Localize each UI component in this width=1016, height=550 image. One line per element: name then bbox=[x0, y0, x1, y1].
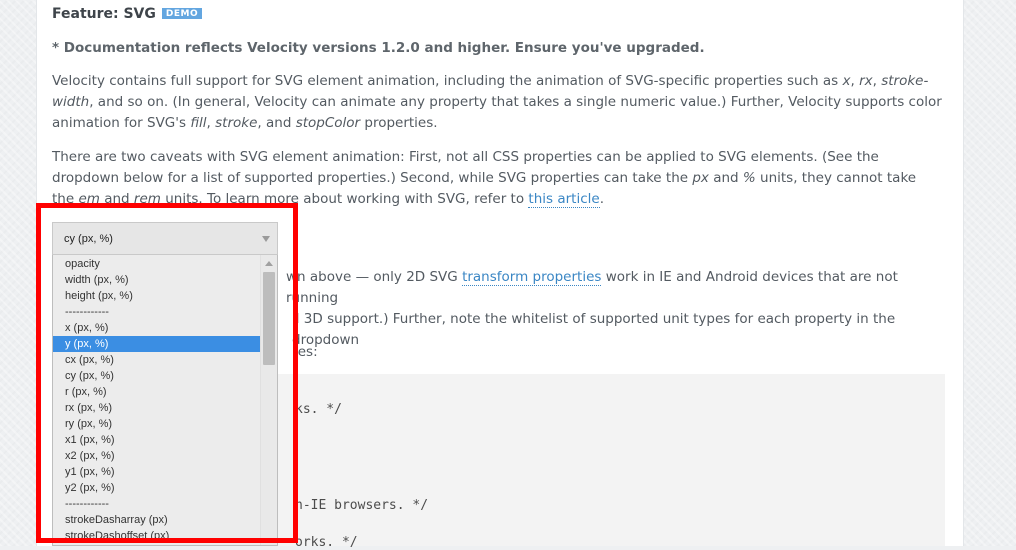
para2-text-6: . bbox=[599, 191, 604, 207]
dropdown-option[interactable]: ry (px, %) bbox=[53, 416, 262, 432]
dropdown-option[interactable]: height (px, %) bbox=[53, 288, 262, 304]
select-value: cy (px, %) bbox=[64, 233, 113, 245]
para1-text-2: , bbox=[850, 73, 860, 89]
scroll-up-arrow-icon[interactable] bbox=[265, 261, 273, 266]
dropdown-option[interactable]: y (px, %) bbox=[53, 336, 262, 352]
para2-em-rem: rem bbox=[133, 191, 161, 207]
para1-em-fill: fill bbox=[190, 115, 207, 131]
dropdown-option[interactable]: x (px, %) bbox=[53, 320, 262, 336]
dropdown-option[interactable]: cy (px, %) bbox=[53, 368, 262, 384]
para1-em-stroke: stroke bbox=[215, 115, 258, 131]
svg-support-paragraph: Velocity contains full support for SVG e… bbox=[52, 71, 942, 134]
para2-text-2: and bbox=[708, 170, 743, 186]
feature-title: Feature: SVG DEMO bbox=[52, 6, 203, 22]
para1-text-7: properties. bbox=[360, 115, 438, 131]
transform-properties-link[interactable]: transform properties bbox=[462, 269, 602, 286]
dropdown-option[interactable]: cx (px, %) bbox=[53, 352, 262, 368]
para2-text-5: units. To learn more about working with … bbox=[160, 191, 529, 207]
para1-text-4: , and so on. (In general, Velocity can a… bbox=[52, 94, 942, 131]
dropdown-option[interactable]: opacity bbox=[53, 256, 262, 272]
para1-text-1: Velocity contains full support for SVG e… bbox=[52, 73, 843, 89]
code-line: ks. */ bbox=[295, 402, 342, 417]
caveats-paragraph: There are two caveats with SVG element a… bbox=[52, 147, 942, 210]
dropdown-option[interactable]: rx (px, %) bbox=[53, 400, 262, 416]
para2-em-percent: % bbox=[742, 170, 756, 186]
dropdown-option: ------------ bbox=[65, 306, 109, 318]
svg-property-select[interactable]: cy (px, %) bbox=[52, 222, 278, 255]
scrollbar-thumb[interactable] bbox=[263, 272, 275, 365]
para1-text-6: , and bbox=[257, 115, 296, 131]
dropdown-option[interactable]: y1 (px, %) bbox=[53, 464, 262, 480]
demo-badge[interactable]: DEMO bbox=[161, 8, 203, 19]
chevron-down-icon[interactable] bbox=[262, 236, 270, 242]
code-line: n-IE browsers. */ bbox=[295, 498, 429, 513]
dropdown-scrollbar[interactable] bbox=[260, 255, 277, 545]
dropdown-option[interactable]: strokeDashoffset (px) bbox=[53, 528, 262, 544]
para2-em-em: em bbox=[78, 191, 100, 207]
feature-title-text: Feature: SVG bbox=[52, 6, 156, 22]
this-article-link[interactable]: this article bbox=[528, 191, 600, 208]
para1-text-5: , bbox=[206, 115, 216, 131]
para2-text-4: and bbox=[99, 191, 134, 207]
para1-em-stopcolor: stopColor bbox=[295, 115, 361, 131]
dropdown-option[interactable]: y2 (px, %) bbox=[53, 480, 262, 496]
para2-em-px: px bbox=[692, 170, 709, 186]
para1-em-rx: rx bbox=[859, 73, 873, 89]
code-line: orks. */ bbox=[295, 535, 358, 550]
property-dropdown-list[interactable]: opacity width (px, %) height (px, %) ------… bbox=[52, 255, 278, 546]
dropdown-option[interactable]: x2 (px, %) bbox=[53, 448, 262, 464]
dropdown-option[interactable]: x1 (px, %) bbox=[53, 432, 262, 448]
version-note: * Documentation reflects Velocity versio… bbox=[52, 40, 705, 56]
para3-text-1: wn above — only 2D SVG bbox=[286, 269, 463, 285]
para1-text-3: , bbox=[872, 73, 882, 89]
dropdown-option[interactable]: r (px, %) bbox=[53, 384, 262, 400]
dropdown-option[interactable]: width (px, %) bbox=[53, 272, 262, 288]
dropdown-option: ------------ bbox=[65, 498, 109, 510]
dropdown-option[interactable]: strokeDasharray (px) bbox=[53, 512, 262, 528]
